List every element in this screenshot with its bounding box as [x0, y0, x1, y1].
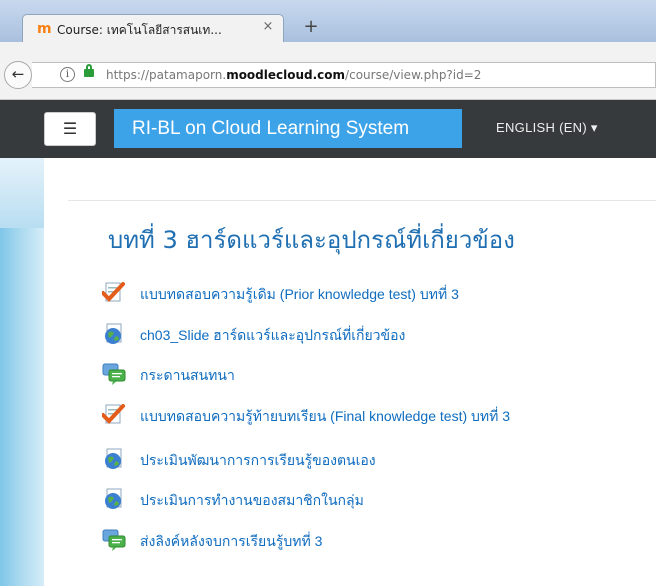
activity-label: ch03_Slide ฮาร์ดแวร์และอุปกรณ์ที่เกี่ยวข… — [140, 327, 406, 343]
nav-drawer-button[interactable]: ☰ — [44, 112, 96, 146]
activity-item[interactable]: ส่งลิงค์หลังจบการเรียนรู้บทที่ 3 — [102, 527, 642, 553]
activity-item[interactable]: แบบทดสอบความรู้ท้ายบทเรียน (Final knowle… — [101, 402, 642, 428]
activity-label: กระดานสนทนา — [140, 367, 235, 383]
url-text: https://patamaporn.moodlecloud.com/cours… — [106, 68, 482, 82]
activity-item[interactable]: แบบทดสอบความรู้เดิม (Prior knowledge tes… — [101, 280, 642, 306]
activity-item[interactable]: ประเมินพัฒนาการการเรียนรู้ของตนเอง — [102, 446, 642, 472]
forum-icon — [102, 363, 126, 385]
activity-label: แบบทดสอบความรู้ท้ายบทเรียน (Final knowle… — [140, 408, 511, 424]
address-bar-row: ← i https://patamaporn.moodlecloud.com/c… — [0, 42, 656, 100]
activity-label: ส่งลิงค์หลังจบการเรียนรู้บทที่ 3 — [140, 533, 323, 549]
activity-item[interactable]: กระดานสนทนา — [102, 361, 642, 387]
hamburger-icon: ☰ — [62, 119, 78, 138]
tab-close-icon[interactable]: × — [261, 20, 275, 34]
site-navbar: ☰ RI-BL on Cloud Learning System ENGLISH… — [0, 100, 656, 158]
activity-label: แบบทดสอบความรู้เดิม (Prior knowledge tes… — [140, 286, 459, 302]
info-icon[interactable]: i — [60, 67, 75, 82]
back-button[interactable]: ← — [4, 61, 32, 89]
back-arrow-icon: ← — [11, 65, 25, 83]
course-page: บทที่ 3 ฮาร์ดแวร์และอุปกรณ์ที่เกี่ยวข้อง… — [0, 158, 656, 586]
activity-label: ประเมินการทำงานของสมาชิกในกลุ่ม — [140, 492, 364, 508]
browser-tab-bar: m Course: เทคโนโลยีสารสนเท... × + — [0, 0, 656, 42]
forum-icon — [102, 529, 126, 551]
activity-label: ประเมินพัฒนาการการเรียนรู้ของตนเอง — [140, 452, 376, 468]
section-title: บทที่ 3 ฮาร์ดแวร์และอุปกรณ์ที่เกี่ยวข้อง — [108, 226, 515, 254]
url-field[interactable]: i https://patamaporn.moodlecloud.com/cou… — [32, 62, 656, 88]
globe-icon — [102, 448, 126, 470]
globe-icon — [102, 488, 126, 510]
left-decoration-top — [0, 158, 44, 228]
quiz-checkmark-icon — [101, 282, 126, 304]
quiz-checkmark-icon — [101, 404, 126, 426]
lock-icon[interactable] — [84, 64, 94, 77]
globe-icon — [102, 323, 126, 345]
site-brand-link[interactable]: RI-BL on Cloud Learning System — [114, 109, 462, 148]
new-tab-button[interactable]: + — [300, 17, 322, 37]
activity-item[interactable]: ch03_Slide ฮาร์ดแวร์และอุปกรณ์ที่เกี่ยวข… — [102, 321, 642, 347]
section-divider — [68, 200, 656, 201]
browser-tab[interactable]: m Course: เทคโนโลยีสารสนเท... × — [22, 14, 284, 42]
moodle-favicon-icon: m — [37, 21, 52, 37]
tab-title: Course: เทคโนโลยีสารสนเท... — [57, 23, 222, 37]
language-menu[interactable]: ENGLISH (EN) ▾ — [496, 120, 598, 136]
activity-item[interactable]: ประเมินการทำงานของสมาชิกในกลุ่ม — [102, 486, 642, 512]
